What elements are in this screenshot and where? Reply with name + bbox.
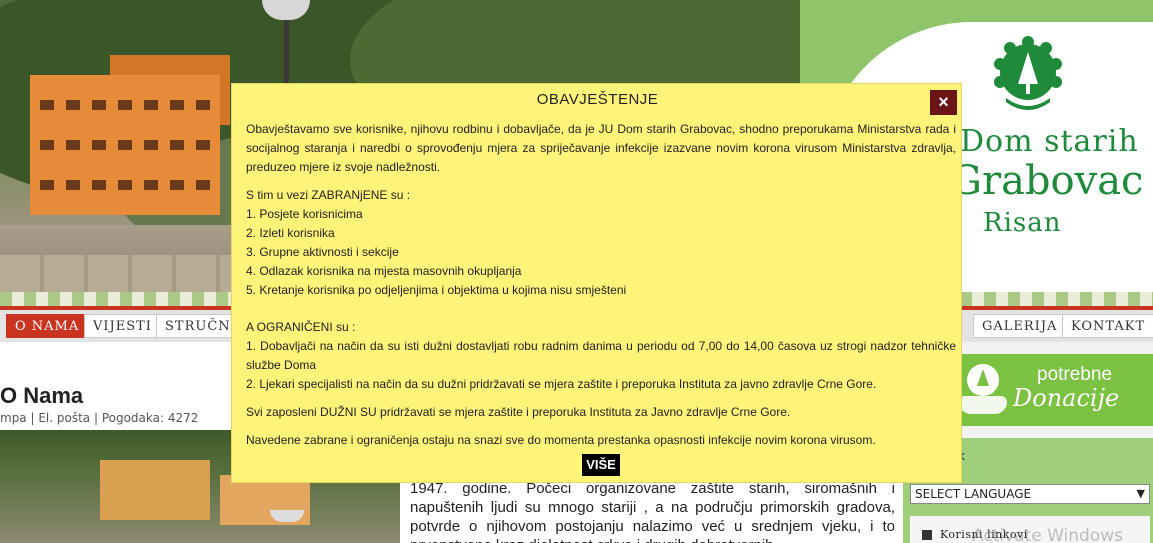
notice-paragraph: Obavještavamo sve korisnike, njihovu rod…: [246, 122, 956, 174]
article-meta: mpa | El. pošta | Pogodaka: 4272: [0, 411, 199, 425]
language-select-value: SELECT LANGUAGE: [915, 487, 1032, 501]
modal-body: Obavještavamo sve korisnike, njihovu rod…: [246, 120, 956, 459]
nav-item-o-nama[interactable]: O NAMA: [6, 314, 89, 338]
modal-title: OBAVJEŠTENJE: [536, 91, 659, 108]
restricted-heading: A OGRANIČENI su :: [246, 320, 356, 334]
banned-item: 1. Posjete korisnicima: [246, 207, 363, 221]
activate-windows-watermark: Activate Windows: [972, 526, 1123, 543]
banned-item: 4. Odlazak korisnika na mjesta masovnih …: [246, 264, 522, 278]
logo-text-grabovac: Grabovac: [950, 158, 1144, 204]
close-button[interactable]: ×: [930, 90, 957, 115]
square-bullet-icon: [922, 530, 932, 540]
tree-emblem-icon: [967, 364, 999, 396]
lamp-pole: [284, 18, 289, 88]
nav-item-kontakt[interactable]: KONTAKT: [1062, 314, 1153, 338]
banned-heading: S tim u vezi ZABRANjENE su :: [246, 188, 411, 202]
more-button[interactable]: VIŠE: [582, 454, 620, 476]
staff-paragraph: Svi zaposleni DUŽNI SU pridržavati se mj…: [246, 405, 791, 419]
hands-icon: [959, 396, 1007, 414]
donacije-banner[interactable]: potrebne Donacije: [957, 354, 1153, 426]
donacije-big-text: Donacije: [1013, 384, 1120, 412]
language-select[interactable]: SELECT LANGUAGE ▼: [910, 484, 1150, 504]
restricted-item: 2. Ljekari specijalisti na način da su d…: [246, 377, 877, 391]
logo-text-risan: Risan: [983, 208, 1062, 238]
banned-item: 3. Grupne aktivnosti i sekcije: [246, 245, 399, 259]
building: [100, 460, 210, 520]
logo-text-dom-starih: Dom starih: [960, 124, 1139, 159]
restricted-list: A OGRANIČENI su : 1. Dobavljači na način…: [246, 318, 956, 394]
building-windows: [40, 100, 210, 110]
dropdown-arrow-icon: ▼: [1136, 487, 1145, 500]
tree-emblem-icon: [994, 36, 1062, 110]
final-paragraph: Navedene zabrane i ograničenja ostaju na…: [246, 433, 876, 447]
article-text: 1947. godine. Počeci organizovane zaštit…: [410, 480, 895, 543]
nav-item-galerija[interactable]: GALERIJA: [973, 314, 1067, 338]
donacije-small-text: potrebne: [1037, 364, 1113, 385]
building-windows: [40, 140, 210, 150]
banned-list: S tim u vezi ZABRANjENE su : 1. Posjete …: [246, 186, 956, 300]
nav-item-vijesti[interactable]: VIJESTI: [84, 314, 161, 338]
page-title: O Nama: [0, 383, 84, 408]
building-windows: [40, 180, 210, 190]
restricted-item: 1. Dobavljači na način da su isti dužni …: [246, 339, 956, 372]
notice-modal: OBAVJEŠTENJE × Obavještavamo sve korisni…: [231, 83, 962, 483]
banned-item: 5. Kretanje korisnika po odjeljenjima i …: [246, 283, 627, 297]
banned-item: 2. Izleti korisnika: [246, 226, 335, 240]
